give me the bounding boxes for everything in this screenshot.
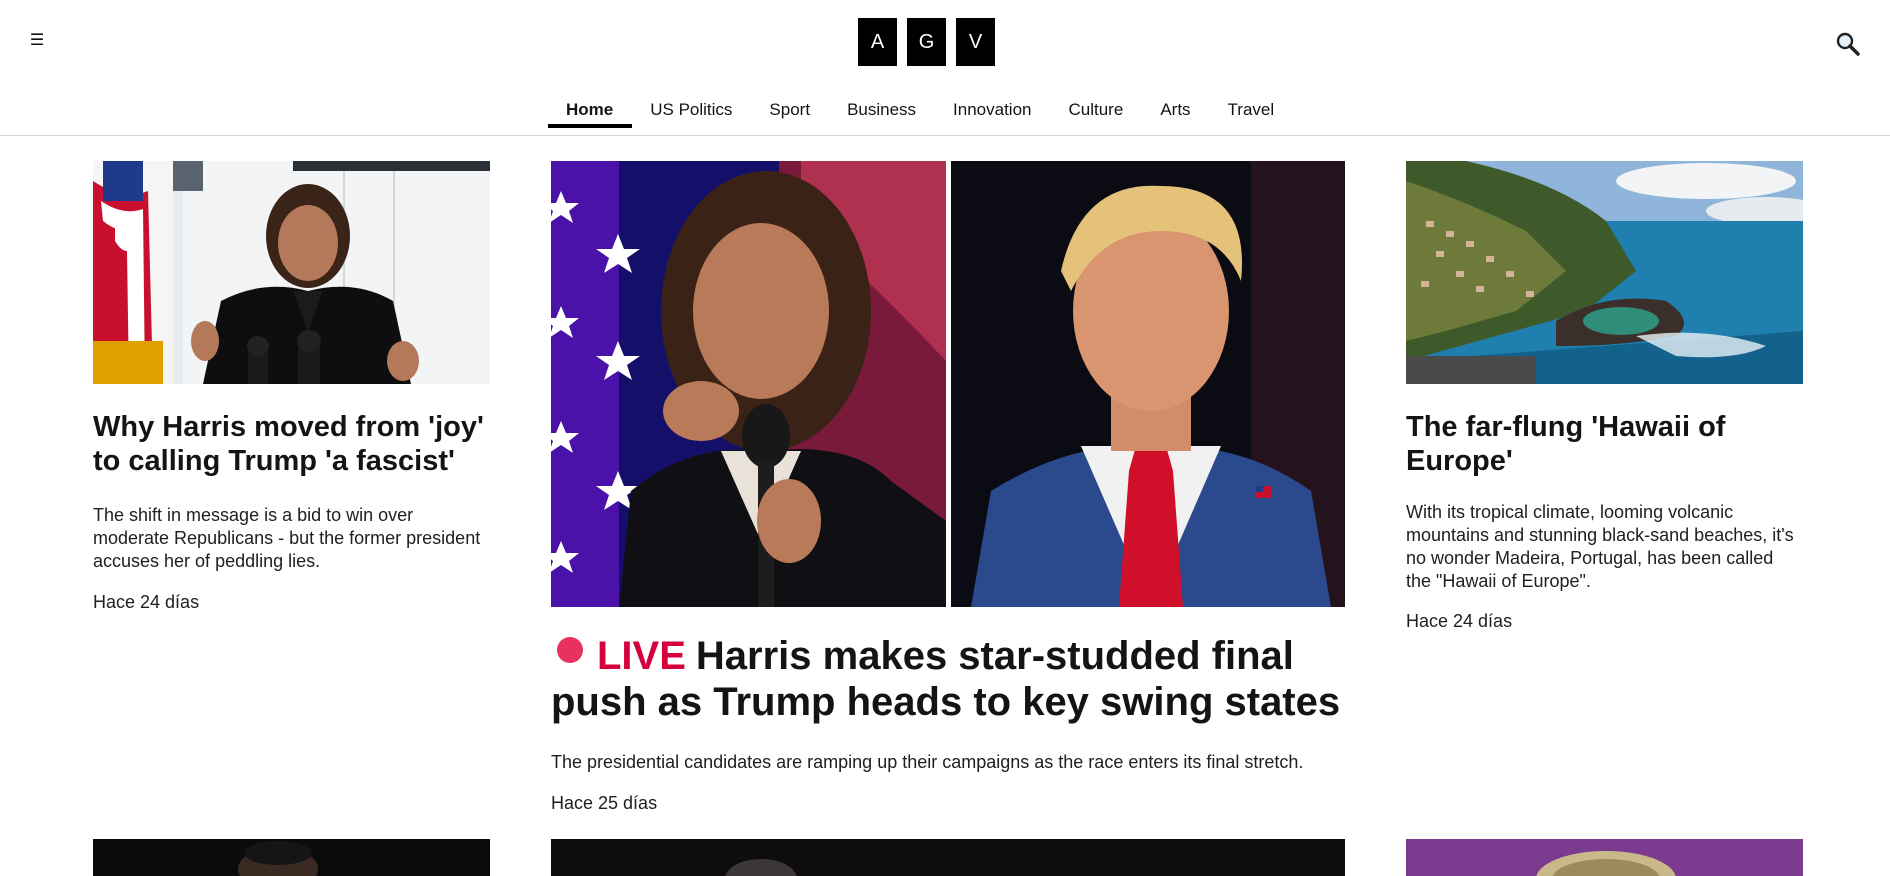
story-headline[interactable]: Why Harris moved from 'joy' to calling T…	[93, 410, 490, 478]
story-card-right: The far-flung 'Hawaii of Europe' With it…	[1406, 161, 1803, 632]
story-image-madeira[interactable]	[1406, 161, 1803, 384]
nav-sport[interactable]: Sport	[751, 100, 829, 128]
nav-culture[interactable]: Culture	[1051, 100, 1143, 128]
logo-letter: V	[956, 18, 995, 66]
story-card-left: Why Harris moved from 'joy' to calling T…	[93, 161, 490, 613]
main-nav: Home US Politics Sport Business Innovati…	[548, 100, 1293, 128]
story-headline[interactable]: LIVE Harris makes star-studded final push…	[551, 633, 1345, 725]
search-icon[interactable]	[1834, 30, 1862, 58]
logo-letter: G	[907, 18, 946, 66]
live-label: LIVE	[597, 634, 686, 678]
story-image-harris[interactable]	[93, 161, 490, 384]
story-image-harris-trump[interactable]	[551, 161, 1345, 607]
story-summary: The presidential candidates are ramping …	[551, 752, 1304, 772]
story-timestamp: Hace 24 días	[1406, 611, 1513, 631]
site-header: ☰ A G V Home US Politics Sport Business …	[0, 0, 1890, 136]
story-image-row2-left[interactable]	[93, 839, 490, 876]
story-image-row2-right[interactable]	[1406, 839, 1803, 876]
story-timestamp: Hace 24 días	[93, 592, 200, 612]
story-card-featured: LIVE Harris makes star-studded final push…	[551, 161, 1345, 814]
story-summary: With its tropical climate, looming volca…	[1406, 502, 1794, 591]
nav-home[interactable]: Home	[548, 100, 633, 128]
story-timestamp: Hace 25 días	[551, 793, 658, 813]
nav-innovation[interactable]: Innovation	[935, 100, 1050, 128]
nav-us-politics[interactable]: US Politics	[632, 100, 751, 128]
site-logo[interactable]: A G V	[858, 18, 995, 66]
live-indicator-icon	[557, 637, 583, 663]
logo-letter: A	[858, 18, 897, 66]
nav-arts[interactable]: Arts	[1142, 100, 1209, 128]
story-image-row2-center[interactable]	[551, 839, 1345, 876]
hamburger-icon[interactable]: ☰	[26, 30, 48, 52]
nav-business[interactable]: Business	[829, 100, 935, 128]
story-summary: The shift in message is a bid to win ove…	[93, 505, 481, 571]
story-headline[interactable]: The far-flung 'Hawaii of Europe'	[1406, 410, 1803, 478]
nav-travel[interactable]: Travel	[1210, 100, 1294, 128]
